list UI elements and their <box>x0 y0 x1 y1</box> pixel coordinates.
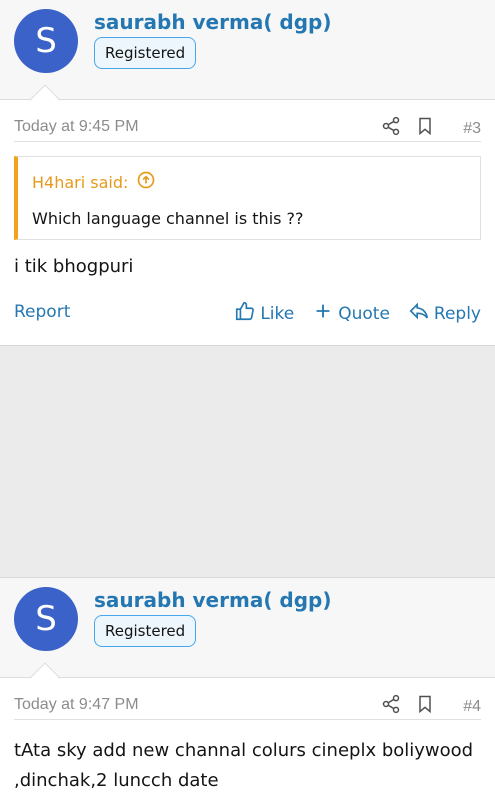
avatar[interactable]: S <box>14 9 78 73</box>
bookmark-icon[interactable] <box>415 116 435 141</box>
user-header: S saurabh verma( dgp) Registered <box>0 0 495 116</box>
post-number[interactable]: #3 <box>463 120 481 138</box>
post-4: S saurabh verma( dgp) Registered Today a… <box>0 577 495 800</box>
quote-author[interactable]: H4hari said: <box>32 173 128 192</box>
share-icon[interactable] <box>381 116 401 141</box>
reply-icon <box>408 300 430 327</box>
post-message: i tik bhogpuri <box>14 256 134 277</box>
post-actions: Report Like Quote Reply <box>14 300 481 326</box>
post-timestamp[interactable]: Today at 9:45 PM <box>14 118 139 136</box>
reply-label: Reply <box>433 303 481 324</box>
thumbs-up-icon <box>234 300 256 327</box>
reply-button[interactable]: Reply <box>408 300 481 327</box>
username[interactable]: saurabh verma( dgp) <box>94 10 332 34</box>
share-icon[interactable] <box>381 694 401 719</box>
report-link[interactable]: Report <box>14 302 70 322</box>
avatar[interactable]: S <box>14 587 78 651</box>
post-meta: Today at 9:47 PM #4 <box>14 682 481 720</box>
quote-button[interactable]: Quote <box>312 300 390 327</box>
user-header: S saurabh verma( dgp) Registered <box>0 578 495 694</box>
arrow-up-circle-icon[interactable] <box>136 170 156 194</box>
user-badge: Registered <box>94 37 197 69</box>
username[interactable]: saurabh verma( dgp) <box>94 588 332 612</box>
like-button[interactable]: Like <box>234 300 294 327</box>
bookmark-icon[interactable] <box>415 694 435 719</box>
quote-author-link[interactable]: H4hari said: <box>32 170 156 194</box>
post-3: S saurabh verma( dgp) Registered Today a… <box>0 0 495 346</box>
quote-label: Quote <box>338 303 390 324</box>
quote-text: Which language channel is this ?? <box>32 209 304 228</box>
user-badge: Registered <box>94 615 197 647</box>
post-number[interactable]: #4 <box>463 698 481 716</box>
plus-icon <box>312 300 334 327</box>
post-timestamp[interactable]: Today at 9:47 PM <box>14 696 139 714</box>
post-meta: Today at 9:45 PM #3 <box>14 104 481 142</box>
like-label: Like <box>260 303 295 324</box>
quote-block: H4hari said: Which language channel is t… <box>14 156 481 240</box>
post-message: tAta sky add new channal colurs cineplx … <box>14 740 474 791</box>
